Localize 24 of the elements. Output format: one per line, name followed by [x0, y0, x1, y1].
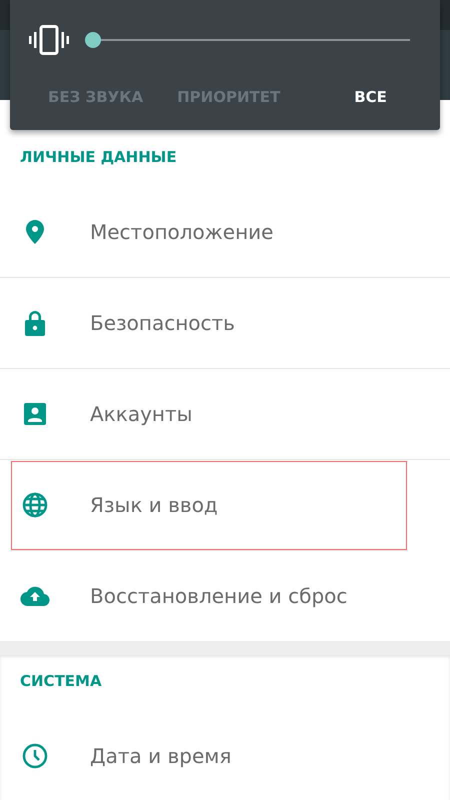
settings-item[interactable]: Дата и время	[0, 711, 450, 800]
item-label: Дата и время	[90, 744, 232, 768]
clock-icon	[22, 743, 48, 769]
item-label: Местоположение	[90, 220, 274, 244]
slider-thumb[interactable]	[85, 32, 101, 48]
settings-item[interactable]: Аккаунты	[0, 369, 450, 460]
settings-item[interactable]: Безопасность	[0, 278, 450, 369]
vibrate-icon[interactable]	[29, 25, 69, 55]
volume-slider[interactable]	[85, 32, 410, 48]
lock-icon	[25, 310, 45, 336]
section-header: ЛИЧНЫЕ ДАННЫЕ	[20, 147, 177, 167]
item-label: Безопасность	[90, 311, 235, 335]
item-label: Язык и ввод	[90, 493, 218, 517]
mode-tab[interactable]: ВСЕ	[344, 80, 397, 114]
globe-icon	[22, 492, 48, 518]
settings-item[interactable]: Местоположение	[0, 187, 450, 278]
location-pin-icon	[26, 220, 44, 244]
item-label: Восстановление и сброс	[90, 584, 348, 608]
item-label: Аккаунты	[90, 402, 192, 426]
cloud-upload-icon	[20, 586, 50, 606]
settings-item[interactable]: Язык и ввод	[10, 460, 408, 551]
section-header: СИСТЕМА	[20, 671, 102, 691]
account-box-icon	[24, 403, 46, 425]
settings-item[interactable]: Восстановление и сброс	[0, 551, 450, 641]
